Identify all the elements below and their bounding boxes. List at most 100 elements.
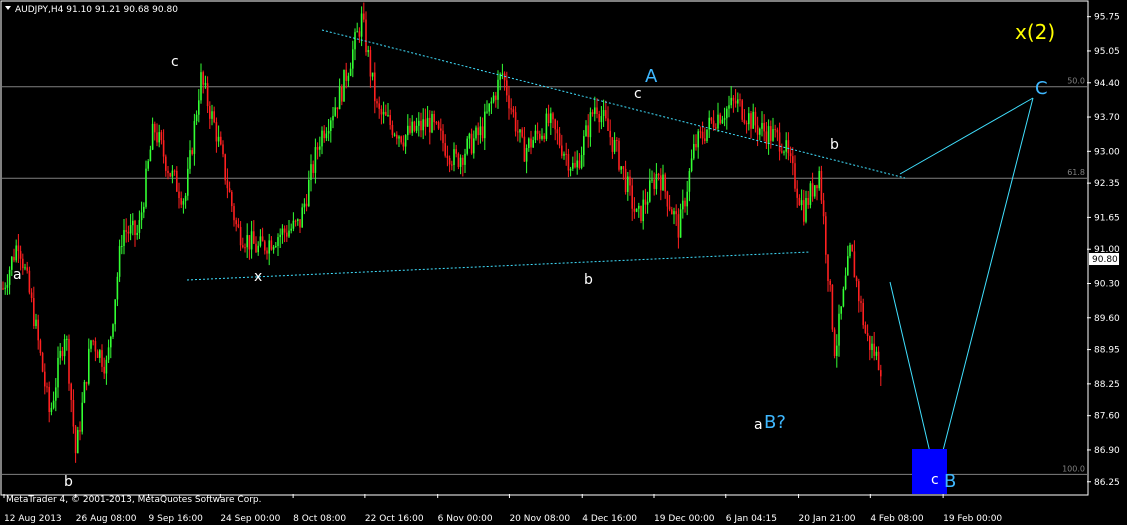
lower-trendline[interactable] [186, 251, 811, 281]
candle-body [244, 247, 246, 249]
wave-label-b3: b [830, 137, 839, 153]
candle-body [33, 298, 35, 327]
price-axis[interactable]: 95.7595.0594.4093.7093.0092.3591.6591.00… [1087, 13, 1120, 488]
candle-body [426, 117, 429, 127]
candle-body [422, 119, 424, 131]
y-tick-label: 93.00 [1094, 147, 1120, 157]
candle-body [539, 133, 541, 139]
candle-body [829, 280, 831, 285]
candle-body [345, 69, 347, 81]
y-tick-label: 87.60 [1094, 412, 1120, 422]
candle-body [400, 136, 402, 143]
x-tick-label: 4 Feb 08:00 [870, 514, 924, 524]
projection-line-main[interactable] [889, 97, 1034, 479]
wave-label-cB-c: c [931, 472, 939, 488]
candle-body [312, 164, 314, 173]
candle-body [57, 357, 59, 388]
candle-body [418, 120, 420, 126]
candle-body [213, 111, 215, 123]
candle-body [572, 162, 574, 169]
candle-body [134, 220, 136, 235]
candle-body [556, 129, 559, 134]
candle-body [281, 228, 284, 235]
candle-body [525, 147, 528, 162]
candle-body [693, 143, 695, 159]
candle-body [158, 132, 160, 143]
y-tick-label: 94.40 [1094, 79, 1120, 89]
candle-body [444, 143, 446, 156]
projection-line-upper[interactable] [899, 97, 1034, 175]
candle-body [706, 129, 708, 141]
candle-body [365, 19, 367, 53]
candle-body [569, 168, 572, 171]
candle-body [851, 244, 853, 252]
candle-body [101, 350, 103, 367]
candle-body [189, 150, 191, 169]
candle-body [378, 103, 380, 109]
candle-body [662, 174, 664, 191]
candle-body [30, 292, 33, 299]
candle-body [349, 68, 352, 76]
triangle-down-icon[interactable] [5, 6, 11, 10]
candle-body [701, 131, 704, 139]
candle-body [743, 119, 746, 123]
candle-body [869, 335, 871, 350]
candle-body [206, 83, 209, 107]
candle-body [354, 32, 356, 50]
x-tick-label: 19 Feb 00:00 [943, 514, 1002, 524]
candle-body [297, 219, 299, 221]
candle-body [778, 132, 781, 152]
candle-body [497, 79, 499, 100]
candle-body [486, 111, 488, 113]
candle-body [363, 13, 365, 20]
candle-body [202, 72, 204, 85]
candle-body [356, 31, 358, 33]
candle-body [844, 275, 847, 289]
candle-body [123, 230, 125, 246]
candle-body [94, 341, 97, 352]
candle-body [55, 387, 57, 401]
candle-body [327, 130, 330, 134]
plot-frame [0, 0, 1089, 496]
candle-body [301, 207, 303, 228]
candle-body [352, 49, 354, 69]
x-tick-label: 20 Jan 21:00 [799, 514, 856, 524]
candle-body [756, 125, 759, 135]
candle-body [822, 200, 825, 217]
candle-body [576, 160, 578, 168]
candle-body [334, 107, 336, 116]
candle-body [585, 125, 587, 137]
y-tick-label: 90.30 [1094, 279, 1120, 289]
candle-body [79, 430, 81, 432]
wave-label-aB-B: B? [764, 412, 786, 433]
candle-body [39, 340, 42, 353]
candle-body [314, 147, 317, 173]
candle-body [435, 122, 438, 124]
target-zone-box[interactable] [912, 449, 947, 494]
candle-body [847, 256, 849, 276]
candle-body [468, 133, 471, 139]
candle-body [664, 174, 666, 192]
candle-body [638, 205, 640, 209]
wave-label-C: C [1035, 78, 1048, 99]
candle-body [481, 126, 484, 139]
candle-body [178, 191, 180, 199]
candle-body [723, 118, 726, 120]
candle-body [103, 366, 105, 374]
candle-body [554, 119, 556, 130]
candle-body [338, 86, 341, 110]
candle-body [261, 236, 264, 242]
candle-body [624, 168, 627, 193]
x-tick-label: 26 Aug 08:00 [76, 514, 137, 524]
chart-area[interactable]: AUDJPY,H4 91.10 91.21 90.68 90.80 50.0 61… [0, 0, 1127, 525]
candle-body [730, 97, 732, 106]
candle-body [266, 250, 268, 254]
upper-trendline[interactable] [321, 29, 906, 179]
candle-body [708, 117, 710, 130]
candle-body [594, 107, 596, 114]
candle-body [125, 230, 127, 232]
candle-body [666, 191, 669, 207]
candle-body [105, 359, 108, 374]
candle-body [90, 340, 92, 349]
candle-body [211, 111, 213, 119]
